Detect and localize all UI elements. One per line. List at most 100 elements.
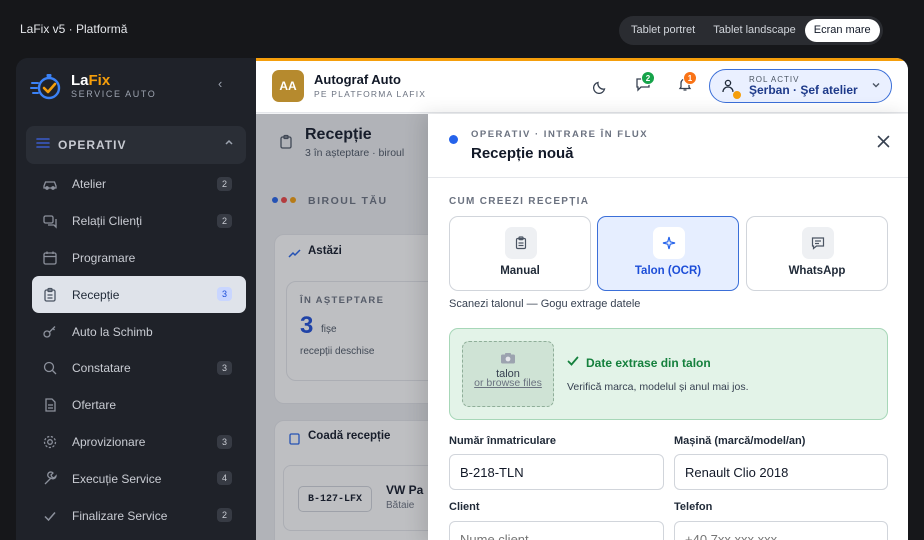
method-label: Manual [500, 265, 540, 277]
method-whatsapp-button[interactable]: WhatsApp [746, 216, 888, 291]
nav-group-operativ[interactable]: OPERATIV [26, 126, 246, 164]
brand-name: LaFix [71, 73, 156, 89]
brand-name-prefix: La [71, 72, 89, 89]
view-tablet-landscape-button[interactable]: Tablet landscape [704, 19, 805, 42]
view-large-screen-button[interactable]: Ecran mare [804, 19, 880, 42]
count-badge: 3 [217, 360, 232, 375]
nav-group-label: OPERATIV [58, 138, 127, 152]
method-hint: Scanezi talonul — Gogu extrage datele [449, 298, 641, 310]
method-section-label: CUM CREEZI RECEPȚIA [449, 196, 590, 207]
role-switcher[interactable]: ROL ACTIV Şerban · Şef atelier [709, 69, 892, 103]
org-avatar[interactable]: AA [272, 70, 304, 102]
sidebar-item-executie-service[interactable]: Execuție Service 4 [32, 460, 246, 497]
list-icon [36, 136, 50, 155]
view-tablet-portrait-button[interactable]: Tablet portret [622, 19, 704, 42]
sidebar-item-relatii-clienti[interactable]: Relații Clienți 2 [32, 203, 246, 240]
key-icon [42, 324, 58, 340]
client-field-label: Client [449, 501, 480, 513]
magnifier-icon [42, 360, 58, 376]
drawer-kicker: OPERATIV · INTRARE ÎN FLUX [471, 129, 649, 140]
brand-logo[interactable]: LaFix SERVICE AUTO [30, 70, 156, 102]
clipboard-icon [505, 227, 537, 259]
org-subtitle: PE PLATFORMA LAFIX [314, 89, 427, 99]
close-icon [877, 135, 890, 153]
sidebar-item-receptie[interactable]: Recepție 3 [32, 276, 246, 314]
method-manual-button[interactable]: Manual [449, 216, 591, 291]
sidebar-item-label: Constatare [72, 361, 131, 376]
method-label: WhatsApp [788, 265, 846, 277]
sidebar-item-finalizare-service[interactable]: Finalizare Service 2 [32, 497, 246, 534]
car-field-label: Mașină (marcă/model/an) [674, 435, 806, 447]
app-header: AA Autograf Auto PE PLATFORMA LAFIX 2 1 [256, 61, 908, 113]
role-status-dot [732, 90, 742, 100]
sidebar-item-ofertare[interactable]: Ofertare [32, 387, 246, 424]
app-topbar: LaFix v5 · Platformă Tablet portret Tabl… [0, 0, 924, 58]
clipboard-icon [42, 287, 58, 303]
sidebar-item-auto-la-schimb[interactable]: Auto la Schimb [32, 313, 246, 350]
camera-icon [463, 352, 553, 367]
sparkle-icon [653, 227, 685, 259]
sidebar-item-label: Finalizare Service [72, 508, 168, 523]
count-badge: 2 [217, 213, 232, 228]
sidebar-item-label: Auto la Schimb [72, 324, 153, 339]
count-badge: 4 [217, 471, 232, 486]
count-badge: 2 [217, 177, 232, 191]
method-label: Talon (OCR) [634, 265, 702, 277]
client-input[interactable] [449, 521, 664, 540]
sidebar-item-label: Programare [72, 250, 136, 265]
sidebar-item-atelier[interactable]: Atelier 2 [32, 166, 246, 203]
phone-input[interactable] [674, 521, 888, 540]
phone-field-label: Telefon [674, 501, 713, 513]
brand-name-suffix: Fix [88, 72, 111, 89]
message-icon [802, 227, 834, 259]
car-input[interactable] [674, 454, 888, 490]
drawer-title: Recepție nouă [471, 145, 574, 162]
count-badge: 3 [217, 434, 232, 449]
main-area: AA Autograf Auto PE PLATFORMA LAFIX 2 1 [256, 58, 908, 540]
method-talon-ocr-button[interactable]: Talon (OCR) [597, 216, 739, 291]
chevron-up-icon [224, 137, 234, 150]
count-badge: 2 [217, 508, 232, 523]
car-icon [42, 176, 58, 192]
view-mode-switch: Tablet portret Tablet landscape Ecran ma… [619, 16, 883, 45]
browse-files-link[interactable]: or browse files [463, 377, 553, 389]
close-button[interactable] [872, 133, 894, 155]
ocr-status: Date extrase din talon [567, 355, 711, 370]
status-dot [449, 135, 458, 144]
sidebar-item-label: Ofertare [72, 398, 117, 413]
plate-input[interactable] [449, 454, 664, 490]
role-name: Şerban · Şef atelier [749, 83, 858, 97]
chat-icon [42, 213, 58, 229]
sidebar-collapse-button[interactable]: ‹ [218, 76, 222, 91]
brand-subtitle: SERVICE AUTO [71, 89, 157, 99]
check-icon [42, 508, 58, 524]
talon-upload-dropzone[interactable]: talon or browse files [462, 341, 554, 407]
count-badge: 3 [217, 287, 232, 302]
sidebar-item-constatare[interactable]: Constatare 3 [32, 350, 246, 387]
moon-icon[interactable] [592, 77, 610, 95]
document-icon [42, 397, 58, 413]
sidebar: LaFix SERVICE AUTO ‹ OPERATIV Atelier 2 … [16, 58, 256, 540]
plate-field-label: Număr înmatriculare [449, 435, 556, 447]
chevron-down-icon [871, 80, 881, 93]
drawer-header: OPERATIV · INTRARE ÎN FLUX Recepție nouă [428, 114, 908, 178]
ocr-status-text: Date extrase din talon [586, 355, 711, 370]
gear-icon [42, 434, 58, 450]
ocr-description: Verifică marca, modelul și anul mai jos. [567, 381, 749, 393]
sidebar-item-label: Recepție [72, 287, 120, 302]
sidebar-item-label: Relații Clienți [72, 214, 143, 229]
sidebar-item-label: Atelier [72, 177, 107, 192]
sidebar-item-aprovizionare[interactable]: Aprovizionare 3 [32, 424, 246, 461]
alerts-count-badge: 1 [683, 71, 697, 85]
page-content: Recepție 3 în așteptare · biroul BIROUL … [256, 114, 908, 540]
nav-list: Atelier 2 Relații Clienți 2 Programare R… [32, 166, 246, 534]
messages-button[interactable]: 2 [634, 71, 655, 95]
sidebar-item-label: Aprovizionare [72, 434, 146, 449]
wrench-icon [42, 471, 58, 487]
org-name: Autograf Auto [314, 72, 401, 87]
sidebar-item-programare[interactable]: Programare [32, 240, 246, 277]
alerts-button[interactable]: 1 [676, 71, 697, 95]
messages-count-badge: 2 [641, 71, 655, 85]
check-icon [567, 355, 579, 370]
app-frame: LaFix SERVICE AUTO ‹ OPERATIV Atelier 2 … [16, 58, 908, 540]
